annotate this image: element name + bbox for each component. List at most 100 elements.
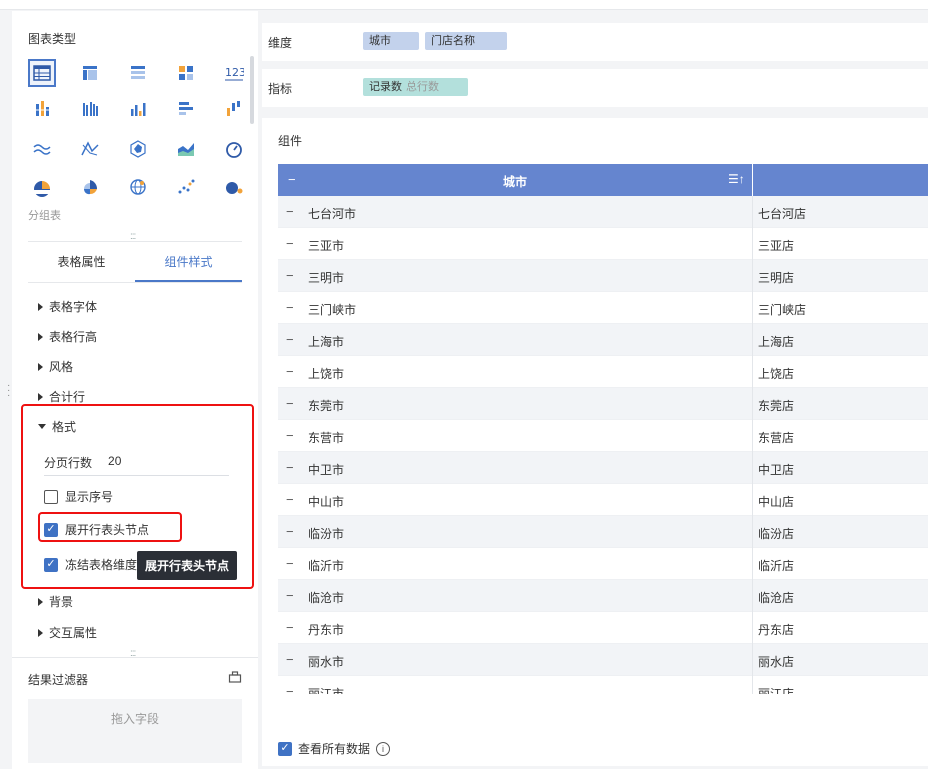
view-all-data-option[interactable]: ✓ 查看所有数据 i xyxy=(278,740,391,757)
cell-city: 中山市 xyxy=(308,495,345,509)
scatter-icon[interactable] xyxy=(172,173,200,201)
number-icon[interactable]: 123 xyxy=(220,59,248,87)
gauge-icon[interactable] xyxy=(220,135,248,163)
table-row[interactable]: − 七台河市 七台河店 xyxy=(278,196,928,228)
collapse-node-icon[interactable]: − xyxy=(286,236,296,251)
metric-row: 指标 记录数 总行数 xyxy=(262,69,928,107)
dimension-row: 维度 城市 门店名称 xyxy=(262,23,928,61)
table-row[interactable]: − 临汾市 临汾店 xyxy=(278,516,928,548)
table-row[interactable]: − 临沂市 临沂店 xyxy=(278,548,928,580)
cell-city: 临沂市 xyxy=(308,559,345,573)
map-icon[interactable] xyxy=(124,173,152,201)
collapse-node-icon[interactable]: − xyxy=(286,620,296,635)
filter-dropzone[interactable]: 拖入字段 xyxy=(28,699,242,763)
column-chart-icon[interactable] xyxy=(124,95,152,123)
section-label: 背景 xyxy=(49,595,74,609)
cell-store: 中山店 xyxy=(758,495,795,509)
collapse-node-icon[interactable]: − xyxy=(286,268,296,283)
cross-table-icon[interactable] xyxy=(76,59,104,87)
collapse-node-icon[interactable]: − xyxy=(286,396,296,411)
table-row[interactable]: − 丽江市 丽江店 xyxy=(278,676,928,694)
area-chart-icon[interactable] xyxy=(172,135,200,163)
collapse-node-icon[interactable]: − xyxy=(286,332,296,347)
cell-store: 东营店 xyxy=(758,431,795,445)
cell-city: 丽水市 xyxy=(308,655,345,669)
info-icon[interactable]: i xyxy=(376,741,391,756)
multi-line-icon[interactable] xyxy=(76,135,104,163)
collapse-node-icon[interactable]: − xyxy=(286,684,296,694)
component-title: 组件 xyxy=(278,134,303,148)
waterfall-icon[interactable] xyxy=(220,95,248,123)
column-divider xyxy=(752,484,753,516)
table-row[interactable]: − 东营市 东营店 xyxy=(278,420,928,452)
cell-store: 中卫店 xyxy=(758,463,795,477)
table-row[interactable]: − 丽水市 丽水店 xyxy=(278,644,928,676)
table-row[interactable]: − 东莞市 东莞店 xyxy=(278,388,928,420)
cell-city: 七台河市 xyxy=(308,207,357,221)
section-label: 风格 xyxy=(49,360,74,374)
collapse-node-icon[interactable]: − xyxy=(286,556,296,571)
cell-store: 临沧店 xyxy=(758,591,795,605)
section-total-row[interactable]: 合计行 xyxy=(38,388,85,405)
grouped-column-icon[interactable] xyxy=(76,95,104,123)
section-interaction[interactable]: 交互属性 xyxy=(38,624,97,641)
metric-field-count[interactable]: 记录数 总行数 xyxy=(363,78,468,96)
cell-city: 东莞市 xyxy=(308,399,345,413)
cell-store: 东莞店 xyxy=(758,399,795,413)
collapse-node-icon[interactable]: − xyxy=(286,588,296,603)
cell-city: 丹东市 xyxy=(308,623,345,637)
group-table-icon[interactable] xyxy=(28,59,56,87)
collapse-node-icon[interactable]: − xyxy=(286,428,296,443)
top-bar xyxy=(0,0,928,10)
tab-component-style[interactable]: 组件样式 xyxy=(135,242,242,282)
collapse-node-icon[interactable]: − xyxy=(286,492,296,507)
caret-right-icon xyxy=(38,302,43,311)
radar-chart-icon[interactable] xyxy=(124,135,152,163)
kpi-card-icon[interactable] xyxy=(172,59,200,87)
sort-icon[interactable]: ☰↑ xyxy=(728,172,745,186)
table-row[interactable]: − 三明市 三明店 xyxy=(278,260,928,292)
dimension-field-city[interactable]: 城市 xyxy=(363,32,419,50)
chart-type-name: 分组表 xyxy=(28,210,61,222)
filter-toggle-icon[interactable] xyxy=(228,670,242,684)
rose-chart-icon[interactable] xyxy=(76,173,104,201)
collapse-node-icon[interactable]: − xyxy=(286,460,296,475)
bar-chart-icon[interactable] xyxy=(172,95,200,123)
collapse-node-icon[interactable]: − xyxy=(286,204,296,219)
column-divider xyxy=(752,452,753,484)
stacked-column-icon[interactable] xyxy=(28,95,56,123)
detail-table-icon[interactable] xyxy=(124,59,152,87)
table-row[interactable]: − 中山市 中山店 xyxy=(278,484,928,516)
view-all-checkbox[interactable]: ✓ xyxy=(278,741,292,756)
table-row[interactable]: − 上海市 上海店 xyxy=(278,324,928,356)
section-style[interactable]: 风格 xyxy=(38,358,73,375)
column-header-city[interactable]: 城市 xyxy=(278,173,752,190)
section-table-font[interactable]: 表格字体 xyxy=(38,298,97,315)
scrollbar[interactable] xyxy=(250,56,254,124)
line-chart-icon[interactable] xyxy=(28,135,56,163)
section-background[interactable]: 背景 xyxy=(38,593,73,610)
collapse-node-icon[interactable]: − xyxy=(286,652,296,667)
tab-table-properties[interactable]: 表格属性 xyxy=(28,242,135,282)
table-row[interactable]: − 上饶市 上饶店 xyxy=(278,356,928,388)
bubble-icon[interactable] xyxy=(220,173,248,201)
cell-store: 丹东店 xyxy=(758,623,795,637)
data-table: − 城市 ☰↑ − 七台河市 七台河店 − 三亚市 三亚店 − 三明市 三明店 − 三门峡市 三门峡店… xyxy=(278,164,928,694)
column-divider xyxy=(752,292,753,324)
section-row-height[interactable]: 表格行高 xyxy=(38,328,97,345)
cell-city: 三门峡市 xyxy=(308,303,357,317)
table-row[interactable]: − 三门峡市 三门峡店 xyxy=(278,292,928,324)
component-panel: 组件 − 城市 ☰↑ − 七台河市 七台河店 − 三亚市 三亚店 − 三明市 三明店 − 三门峡市三… xyxy=(262,118,928,766)
dimension-field-store[interactable]: 门店名称 xyxy=(425,32,507,50)
view-all-label: 查看所有数据 xyxy=(298,742,371,756)
table-row[interactable]: − 三亚市 三亚店 xyxy=(278,228,928,260)
table-row[interactable]: − 丹东市 丹东店 xyxy=(278,612,928,644)
collapse-node-icon[interactable]: − xyxy=(286,364,296,379)
table-row[interactable]: − 临沧市 临沧店 xyxy=(278,580,928,612)
section-label: 表格字体 xyxy=(49,300,98,314)
collapse-node-icon[interactable]: − xyxy=(286,300,296,315)
collapse-node-icon[interactable]: − xyxy=(286,524,296,539)
table-row[interactable]: − 中卫市 中卫店 xyxy=(278,452,928,484)
caret-right-icon xyxy=(38,392,43,401)
pie-chart-icon[interactable] xyxy=(28,173,56,201)
